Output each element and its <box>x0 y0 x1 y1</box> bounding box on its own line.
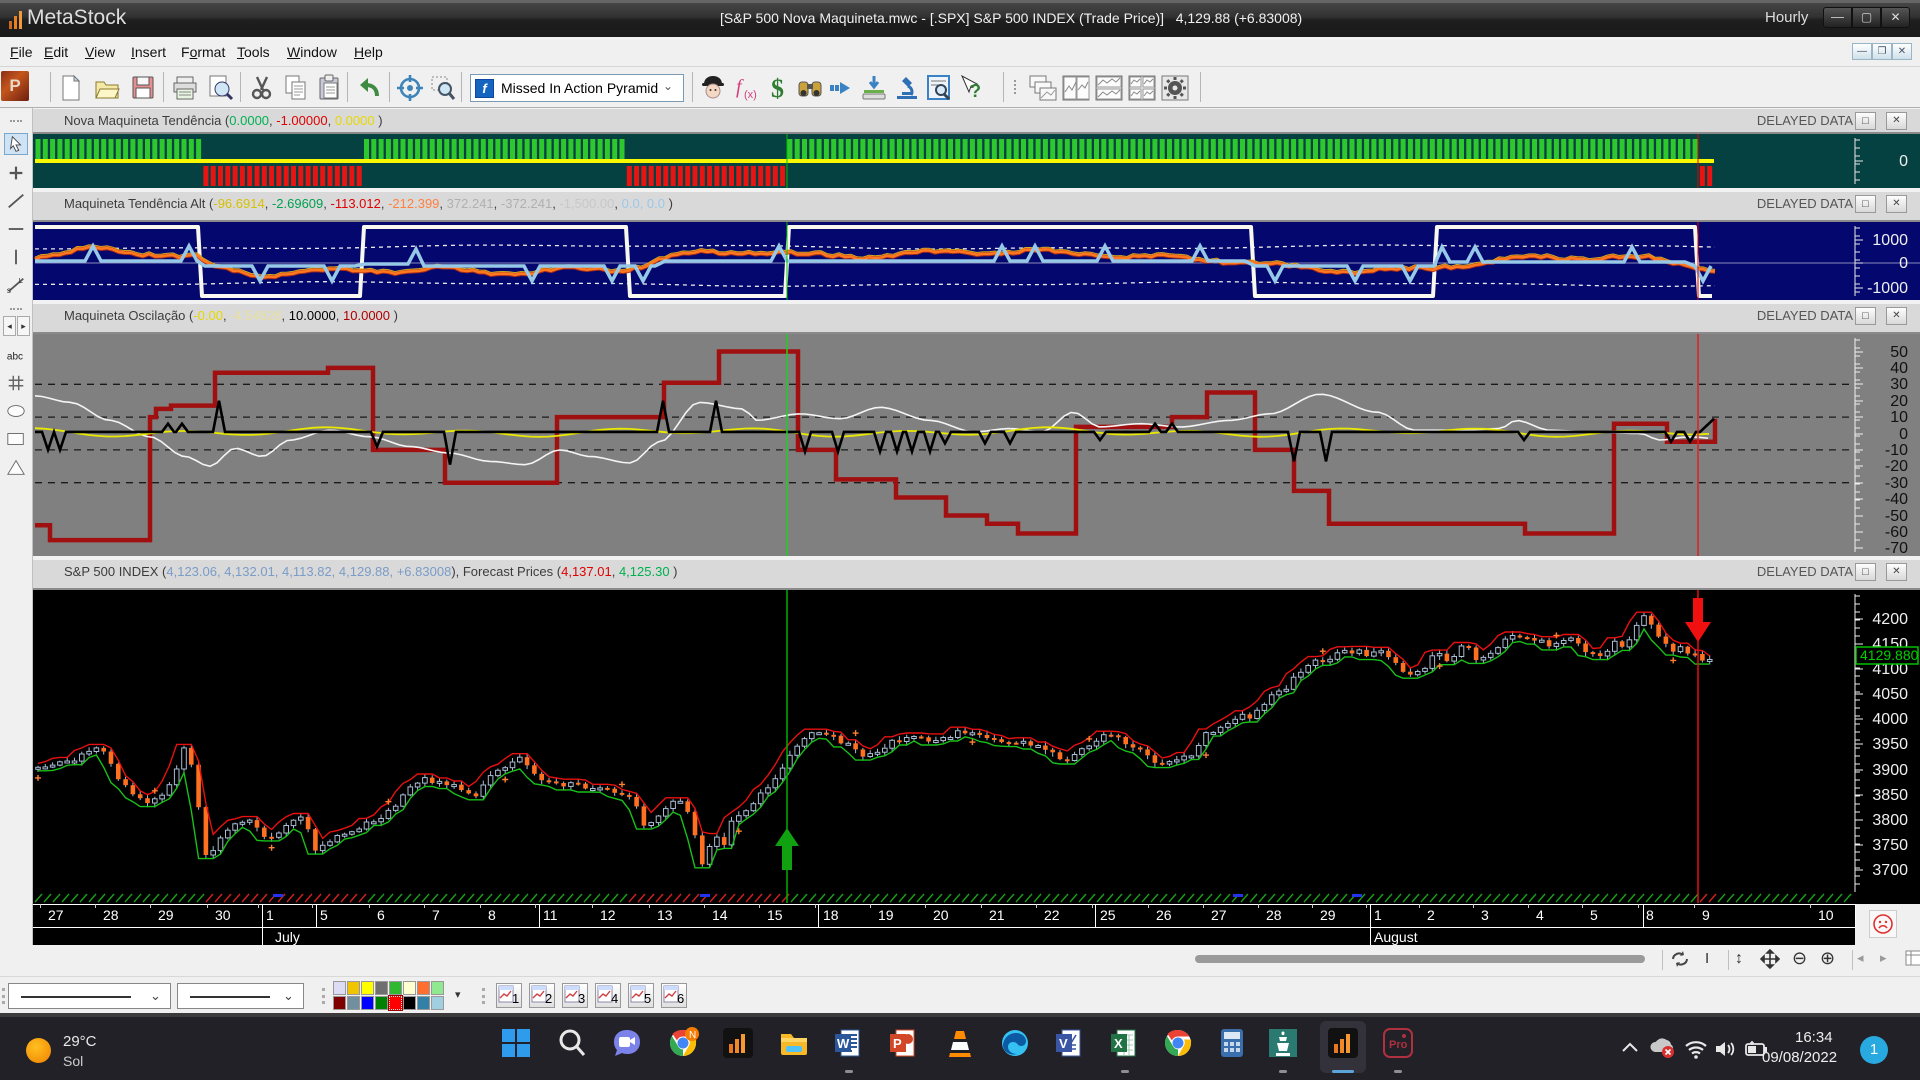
svg-text:-20: -20 <box>1885 458 1908 475</box>
svg-text:3: 3 <box>578 991 585 1006</box>
svg-text:(x): (x) <box>744 89 757 101</box>
svg-text:3700: 3700 <box>1872 862 1908 879</box>
svg-text:20: 20 <box>1890 393 1908 410</box>
svg-text:4050: 4050 <box>1872 686 1908 703</box>
svg-text:W: W <box>837 1036 850 1051</box>
svg-text:-70: -70 <box>1885 540 1908 556</box>
svg-text:5: 5 <box>644 991 651 1006</box>
svg-text:N: N <box>689 1030 696 1041</box>
svg-text:P: P <box>893 1036 902 1051</box>
svg-text:30: 30 <box>1890 376 1908 393</box>
svg-text:Pro: Pro <box>1389 1039 1408 1051</box>
svg-text:0: 0 <box>1899 153 1908 170</box>
svg-text:$: $ <box>771 74 784 102</box>
svg-text:3950: 3950 <box>1872 736 1908 753</box>
svg-text:?: ? <box>970 81 981 101</box>
svg-text:X: X <box>1114 1036 1123 1051</box>
svg-text:0: 0 <box>1899 426 1908 443</box>
svg-text:4200: 4200 <box>1872 611 1908 628</box>
svg-text:V: V <box>1059 1036 1068 1051</box>
svg-text:3800: 3800 <box>1872 812 1908 829</box>
svg-text:1000: 1000 <box>1872 232 1908 249</box>
svg-text:3850: 3850 <box>1872 787 1908 804</box>
svg-text:4000: 4000 <box>1872 711 1908 728</box>
svg-text:3750: 3750 <box>1872 837 1908 854</box>
svg-text:6: 6 <box>677 991 684 1006</box>
svg-text:1: 1 <box>512 991 519 1006</box>
svg-text:4: 4 <box>611 991 618 1006</box>
svg-text:-60: -60 <box>1885 524 1908 541</box>
svg-text:-1000: -1000 <box>1867 280 1908 297</box>
svg-text:40: 40 <box>1890 360 1908 377</box>
svg-text:-40: -40 <box>1885 491 1908 508</box>
svg-text:3900: 3900 <box>1872 762 1908 779</box>
svg-text:f: f <box>736 76 744 98</box>
svg-text:-10: -10 <box>1885 442 1908 459</box>
svg-text:4129.880: 4129.880 <box>1860 647 1919 663</box>
svg-text:2: 2 <box>545 991 552 1006</box>
svg-text:50: 50 <box>1890 344 1908 361</box>
svg-text:-30: -30 <box>1885 475 1908 492</box>
svg-text:0: 0 <box>1899 255 1908 272</box>
svg-text:-50: -50 <box>1885 508 1908 525</box>
svg-text:10: 10 <box>1890 409 1908 426</box>
